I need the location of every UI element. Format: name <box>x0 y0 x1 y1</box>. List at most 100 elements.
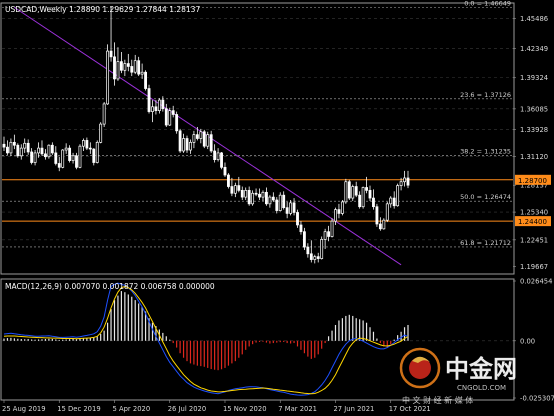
candle-body <box>85 140 89 149</box>
candle-body <box>78 145 82 168</box>
candle-body <box>251 192 255 205</box>
price-tick-label: 1.39324 <box>520 74 548 82</box>
candle-body <box>130 66 134 73</box>
fib-level-label: 23.6 = 1.37126 <box>460 91 511 99</box>
candle-body <box>385 203 389 221</box>
candle-body <box>88 147 92 150</box>
candle-body <box>40 147 44 155</box>
candle <box>396 183 400 207</box>
candle-body <box>268 196 272 205</box>
candle-body <box>182 138 185 152</box>
watermark-domain: CNGOLD.COM <box>457 384 506 392</box>
price-tick-label: 1.33928 <box>520 126 548 134</box>
candle-body <box>244 190 248 198</box>
candle <box>178 128 182 153</box>
candle-body <box>316 256 320 259</box>
candle <box>320 236 324 260</box>
candle-body <box>6 146 9 154</box>
candle-body <box>285 207 289 214</box>
candle-body <box>168 110 172 126</box>
candle-body <box>320 239 324 259</box>
candle <box>227 173 230 189</box>
candle-body <box>54 152 58 164</box>
candle-body <box>57 163 61 168</box>
candle-body <box>116 61 120 80</box>
candle <box>185 135 189 153</box>
candle <box>144 70 147 91</box>
level-price-tag-label: 1.24400 <box>518 218 547 226</box>
candle-body <box>389 197 393 205</box>
candle-body <box>123 63 127 71</box>
candle-body <box>192 134 196 143</box>
fib-level-label: 38.2 = 1.31235 <box>460 147 511 155</box>
price-tick-label: 1.45486 <box>520 15 548 23</box>
candle-body <box>137 60 141 75</box>
candle-body <box>382 219 386 230</box>
candle-body <box>227 174 230 187</box>
candle-body <box>209 134 213 152</box>
time-tick-label: 17 Oct 2021 <box>389 405 431 413</box>
candle-body <box>23 142 27 149</box>
candle-body <box>133 60 137 73</box>
candle-body <box>206 134 210 147</box>
candle-body <box>278 194 282 211</box>
candle-body <box>275 199 279 211</box>
fib-level-label: 0.0 = 1.46649 <box>464 0 511 7</box>
candle-body <box>247 190 251 205</box>
candle <box>61 149 65 169</box>
candle-body <box>372 197 375 208</box>
candle-body <box>147 88 151 112</box>
candle-body <box>195 134 199 139</box>
candle <box>202 129 206 149</box>
candle-body <box>178 130 182 152</box>
candle-body <box>327 231 331 237</box>
candle <box>340 199 344 216</box>
level-price-tag-label: 1.28700 <box>518 177 547 185</box>
candle-body <box>119 61 123 71</box>
candle <box>95 140 99 164</box>
candle-body <box>64 147 68 151</box>
candle-body <box>102 103 106 125</box>
candle-body <box>375 206 379 225</box>
candle-body <box>340 201 344 214</box>
candle-body <box>33 152 37 163</box>
candle-body <box>399 181 403 186</box>
candle-body <box>216 152 220 160</box>
candle-body <box>44 153 47 158</box>
candle-body <box>189 141 192 151</box>
price-tick-label: 1.25340 <box>520 209 548 217</box>
candle <box>78 144 82 169</box>
watermark-tagline: 中 文 财 经 新 媒 体 <box>402 395 473 405</box>
candle <box>16 143 20 158</box>
candle-body <box>299 224 303 233</box>
candle-body <box>81 140 85 147</box>
macd-header: MACD(12,26,9) 0.007070 0.001872 0.006758… <box>5 282 215 291</box>
candle <box>99 122 103 144</box>
candle <box>382 218 386 230</box>
candle-body <box>306 246 310 255</box>
candle <box>168 107 172 127</box>
candle-body <box>9 141 13 154</box>
candle-body <box>323 231 327 240</box>
candle-body <box>309 253 313 260</box>
candle-body <box>213 150 217 160</box>
time-tick-label: 27 Jun 2021 <box>333 405 374 413</box>
candle-body <box>240 190 244 198</box>
candle <box>347 179 351 200</box>
candle-body <box>175 114 179 132</box>
candle-body <box>106 50 110 105</box>
candle-body <box>26 142 30 153</box>
candle-body <box>337 209 341 214</box>
candle-body <box>230 186 234 194</box>
candle-body <box>109 50 113 58</box>
candle-body <box>126 63 130 67</box>
candle-body <box>71 155 75 161</box>
candle-body <box>265 191 268 205</box>
candle <box>385 201 389 223</box>
candle <box>361 186 365 209</box>
candle-body <box>144 71 147 89</box>
price-tick-label: 1.42349 <box>520 45 548 53</box>
macd-tick-label: 0.00 <box>520 337 535 345</box>
candle-body <box>220 152 223 168</box>
candle <box>344 178 348 204</box>
